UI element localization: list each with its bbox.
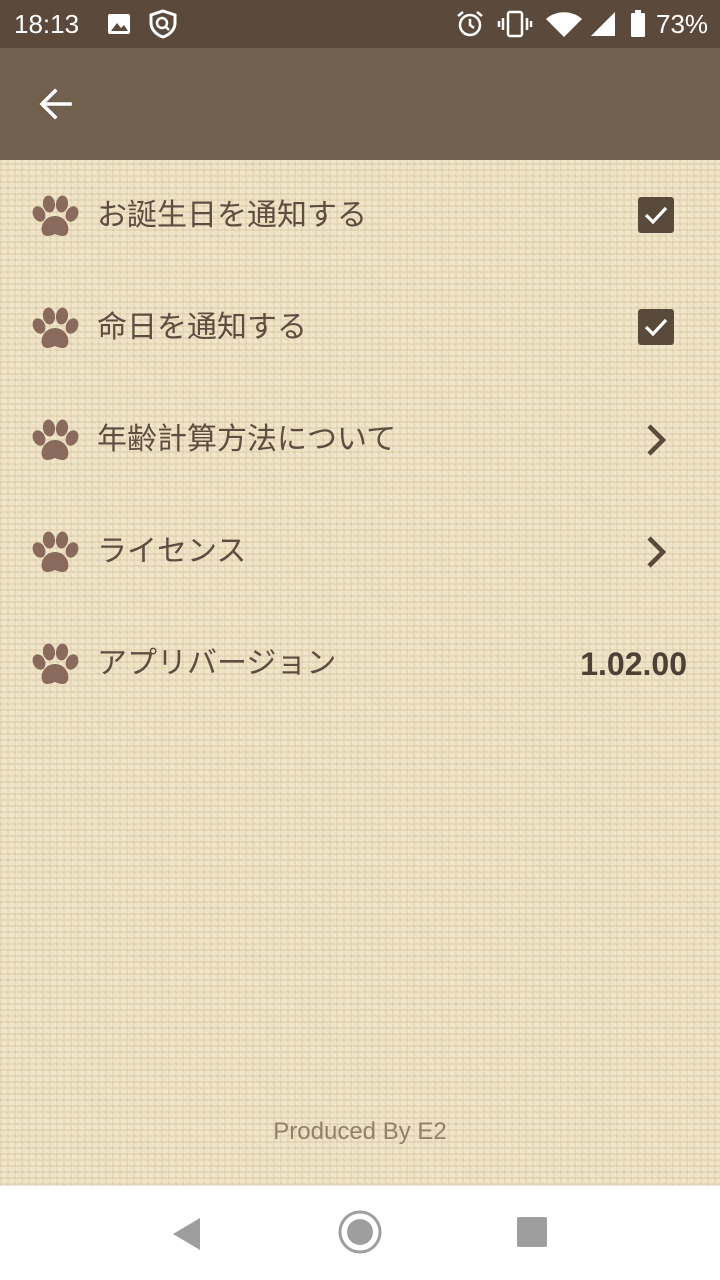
image-icon: [108, 14, 130, 34]
footer-credit: Produced By E2: [273, 1118, 447, 1145]
wifi-icon: [546, 12, 582, 37]
nav-home-button[interactable]: [335, 1207, 385, 1257]
home-circle-icon: [338, 1210, 382, 1254]
battery-percent: 73%: [656, 9, 709, 39]
memorial-notify-checkbox[interactable]: [638, 309, 674, 345]
checkmark-icon: [644, 318, 668, 337]
app-bar: [0, 48, 720, 160]
setting-label: ライセンス: [97, 534, 247, 569]
setting-memorial-notify[interactable]: 命日を通知する: [0, 272, 720, 384]
setting-label: アプリバージョン: [97, 646, 337, 681]
birthday-notify-checkbox[interactable]: [638, 197, 674, 233]
setting-birthday-notify[interactable]: お誕生日を通知する: [0, 160, 720, 272]
nav-recents-button[interactable]: [510, 1210, 554, 1254]
paw-icon: [32, 307, 79, 348]
screen: 18:13 73% お誕生日を通知する 命日を通知する 年齢計算方法について ラ…: [0, 0, 720, 1280]
shield-icon: [149, 9, 177, 39]
setting-label: 命日を通知する: [97, 310, 307, 345]
status-time: 18:13: [14, 9, 80, 39]
recents-square-icon: [517, 1217, 547, 1247]
battery-icon: [631, 10, 645, 37]
setting-app-version: アプリバージョン 1.02.00: [0, 608, 720, 720]
back-triangle-icon: [173, 1218, 200, 1250]
back-button[interactable]: [24, 72, 88, 136]
vibrate-icon: [497, 10, 533, 38]
paw-icon: [32, 195, 79, 236]
paw-icon: [32, 531, 79, 572]
alarm-icon: [457, 11, 483, 37]
paw-icon: [32, 419, 79, 460]
chevron-right-icon: [647, 536, 667, 568]
settings-content: お誕生日を通知する 命日を通知する 年齢計算方法について ライセンス アプリバー…: [0, 160, 720, 1185]
app-version-value: 1.02.00: [580, 646, 687, 682]
setting-age-calculation[interactable]: 年齢計算方法について: [0, 384, 720, 496]
setting-license[interactable]: ライセンス: [0, 496, 720, 608]
status-bar: 18:13 73%: [0, 0, 720, 48]
arrow-left-icon: [39, 88, 72, 120]
setting-label: 年齢計算方法について: [97, 422, 397, 457]
chevron-right-icon: [647, 424, 667, 456]
navigation-bar: [0, 1185, 720, 1280]
checkmark-icon: [644, 206, 668, 225]
setting-label: お誕生日を通知する: [97, 198, 367, 233]
paw-icon: [32, 643, 79, 684]
signal-icon: [591, 12, 615, 36]
nav-back-button[interactable]: [160, 1210, 212, 1258]
